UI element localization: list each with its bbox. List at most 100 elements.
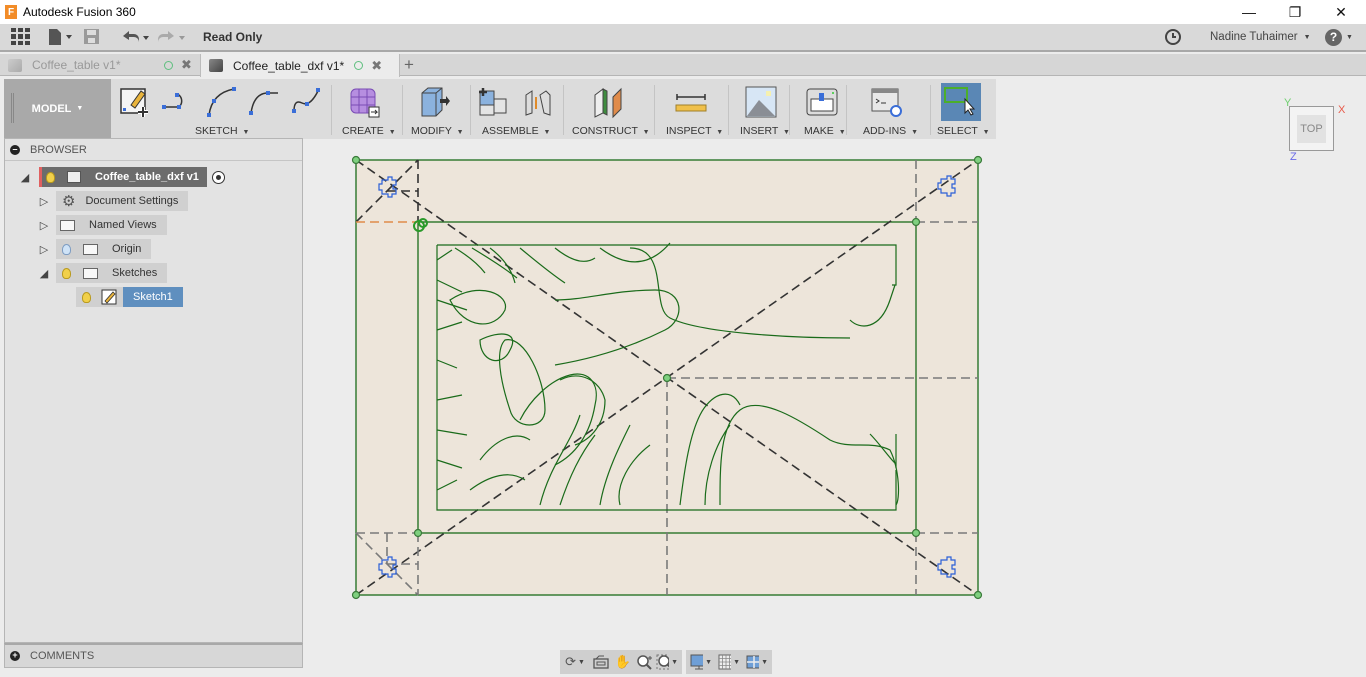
design-canvas[interactable] (304, 138, 1366, 677)
undo-button[interactable] (121, 23, 151, 51)
tab-coffee-table[interactable]: Coffee_table v1* ✖ (0, 54, 199, 76)
line-tool-icon[interactable] (161, 85, 195, 119)
item-label: Origin (112, 243, 142, 255)
offset-plane-icon[interactable] (591, 85, 625, 119)
close-tab-icon[interactable]: ✖ (371, 58, 382, 74)
create-sketch-icon[interactable] (119, 85, 153, 119)
inspect-menu[interactable]: INSPECT ▼ (666, 125, 723, 137)
comments-panel[interactable]: + COMMENTS (4, 643, 303, 668)
3d-print-icon[interactable] (805, 85, 839, 119)
component-icon (209, 59, 223, 72)
origin-node[interactable]: Origin (56, 239, 152, 259)
data-panel-button[interactable] (11, 23, 31, 51)
axis-z-label: Z (1290, 151, 1297, 163)
assemble-menu[interactable]: ASSEMBLE ▼ (482, 125, 550, 137)
insert-menu[interactable]: INSERT ▼ (740, 125, 790, 137)
collapse-icon[interactable]: – (10, 144, 20, 155)
scripts-addins-icon[interactable] (870, 85, 904, 119)
viewports-button[interactable]: ▼ (746, 653, 768, 671)
viewcube-box[interactable]: TOP (1289, 106, 1334, 151)
new-tab-button[interactable]: + (404, 54, 422, 76)
fit-button[interactable]: ▼ (656, 653, 678, 671)
workspace-switcher[interactable]: MODEL ▼ (4, 79, 111, 138)
expand-icon[interactable]: + (10, 651, 20, 661)
activate-radio-icon[interactable] (211, 170, 225, 184)
visibility-bulb-icon[interactable] (62, 267, 71, 279)
zoom-button[interactable] (634, 653, 656, 671)
redo-icon (158, 31, 185, 42)
collapsed-triangle-icon[interactable]: ▷ (38, 195, 50, 208)
grid-settings-button[interactable]: ▼ (718, 653, 740, 671)
named-views-node[interactable]: Named Views (56, 215, 167, 235)
tangent-arc-tool-icon[interactable] (246, 85, 280, 119)
tree-item-named-views[interactable]: ▷ Named Views (38, 215, 167, 235)
close-tab-icon[interactable]: ✖ (181, 57, 192, 73)
tab-coffee-table-dxf[interactable]: Coffee_table_dxf v1* ✖ (200, 54, 400, 77)
close-window-button[interactable]: ✕ (1318, 0, 1364, 24)
tree-root-row[interactable]: ◢ Coffee_table_dxf v1 (19, 167, 225, 187)
pan-button[interactable]: ✋ (612, 653, 634, 671)
user-menu-button[interactable]: Nadine Tuhaimer ▼ (1210, 23, 1311, 51)
sketch-point (973, 590, 983, 600)
new-component-icon[interactable] (476, 85, 510, 119)
tab-label: Coffee_table v1* (32, 58, 121, 72)
arc-tool-icon[interactable] (204, 85, 238, 119)
select-button[interactable] (941, 83, 981, 121)
root-component[interactable]: Coffee_table_dxf v1 (39, 167, 207, 187)
orbit-button[interactable]: ⟳ ▼ (564, 653, 586, 671)
job-status-button[interactable] (1164, 23, 1182, 51)
joint-icon[interactable] (520, 85, 554, 119)
chevron-down-icon: ▼ (76, 105, 84, 112)
component-icon (67, 171, 81, 183)
construct-menu[interactable]: CONSTRUCT ▼ (572, 125, 650, 137)
chevron-down-icon: ▼ (1346, 33, 1353, 41)
make-menu[interactable]: MAKE ▼ (804, 125, 846, 137)
document-settings-node[interactable]: ⚙ Document Settings (56, 191, 189, 211)
toolbar-divider (930, 85, 931, 135)
tree-item-sketches[interactable]: ◢ Sketches (38, 263, 168, 283)
tree-item-origin[interactable]: ▷ Origin (38, 239, 152, 259)
viewports-icon (746, 655, 760, 669)
restore-button[interactable]: ❐ (1272, 0, 1318, 24)
ribbon-toolbar: MODEL ▼ SKETCH ▼ CREATE ▼ MODIFY ▼ ASSEM… (4, 79, 996, 139)
visibility-bulb-icon[interactable] (62, 243, 71, 255)
minimize-button[interactable]: — (1226, 0, 1272, 24)
item-label: Sketches (112, 267, 158, 279)
modify-menu[interactable]: MODIFY ▼ (411, 125, 464, 137)
browser-header[interactable]: – BROWSER (5, 139, 302, 161)
sketches-node[interactable]: Sketches (56, 263, 168, 283)
look-at-icon (593, 655, 609, 669)
expanded-triangle-icon[interactable]: ◢ (38, 267, 50, 280)
tree-item-document-settings[interactable]: ▷ ⚙ Document Settings (38, 191, 189, 211)
add-ins-menu[interactable]: ADD-INS ▼ (863, 125, 918, 137)
file-menu-button[interactable] (47, 23, 73, 51)
select-menu[interactable]: SELECT ▼ (937, 125, 990, 137)
display-settings-button[interactable]: ▼ (690, 653, 712, 671)
tree-item-sketch1[interactable]: Sketch1 (76, 287, 183, 307)
clock-icon (1165, 29, 1181, 45)
redo-button[interactable] (157, 23, 187, 51)
measure-icon[interactable] (674, 85, 708, 119)
sketch1-node[interactable]: Sketch1 (76, 287, 183, 307)
sketch-menu[interactable]: SKETCH ▼ (195, 125, 249, 137)
undo-icon (123, 31, 149, 42)
viewcube-face-top[interactable]: TOP (1297, 115, 1326, 143)
expanded-triangle-icon[interactable]: ◢ (19, 171, 31, 184)
visibility-bulb-icon[interactable] (46, 171, 55, 183)
help-button[interactable]: ? ▼ (1325, 23, 1353, 51)
sketch-point (662, 373, 672, 383)
item-label: Named Views (89, 219, 157, 231)
insert-image-icon[interactable] (744, 85, 778, 119)
zoom-icon (637, 655, 652, 670)
create-menu[interactable]: CREATE ▼ (342, 125, 396, 137)
visibility-bulb-icon[interactable] (82, 291, 91, 303)
collapsed-triangle-icon[interactable]: ▷ (38, 243, 50, 256)
collapsed-triangle-icon[interactable]: ▷ (38, 219, 50, 232)
drag-grip-icon[interactable] (11, 93, 14, 123)
look-at-button[interactable] (590, 653, 612, 671)
create-form-icon[interactable] (347, 85, 381, 119)
press-pull-icon[interactable] (416, 85, 450, 119)
save-button[interactable] (83, 23, 101, 51)
sketch-point (973, 155, 983, 165)
spline-tool-icon[interactable] (290, 85, 324, 119)
